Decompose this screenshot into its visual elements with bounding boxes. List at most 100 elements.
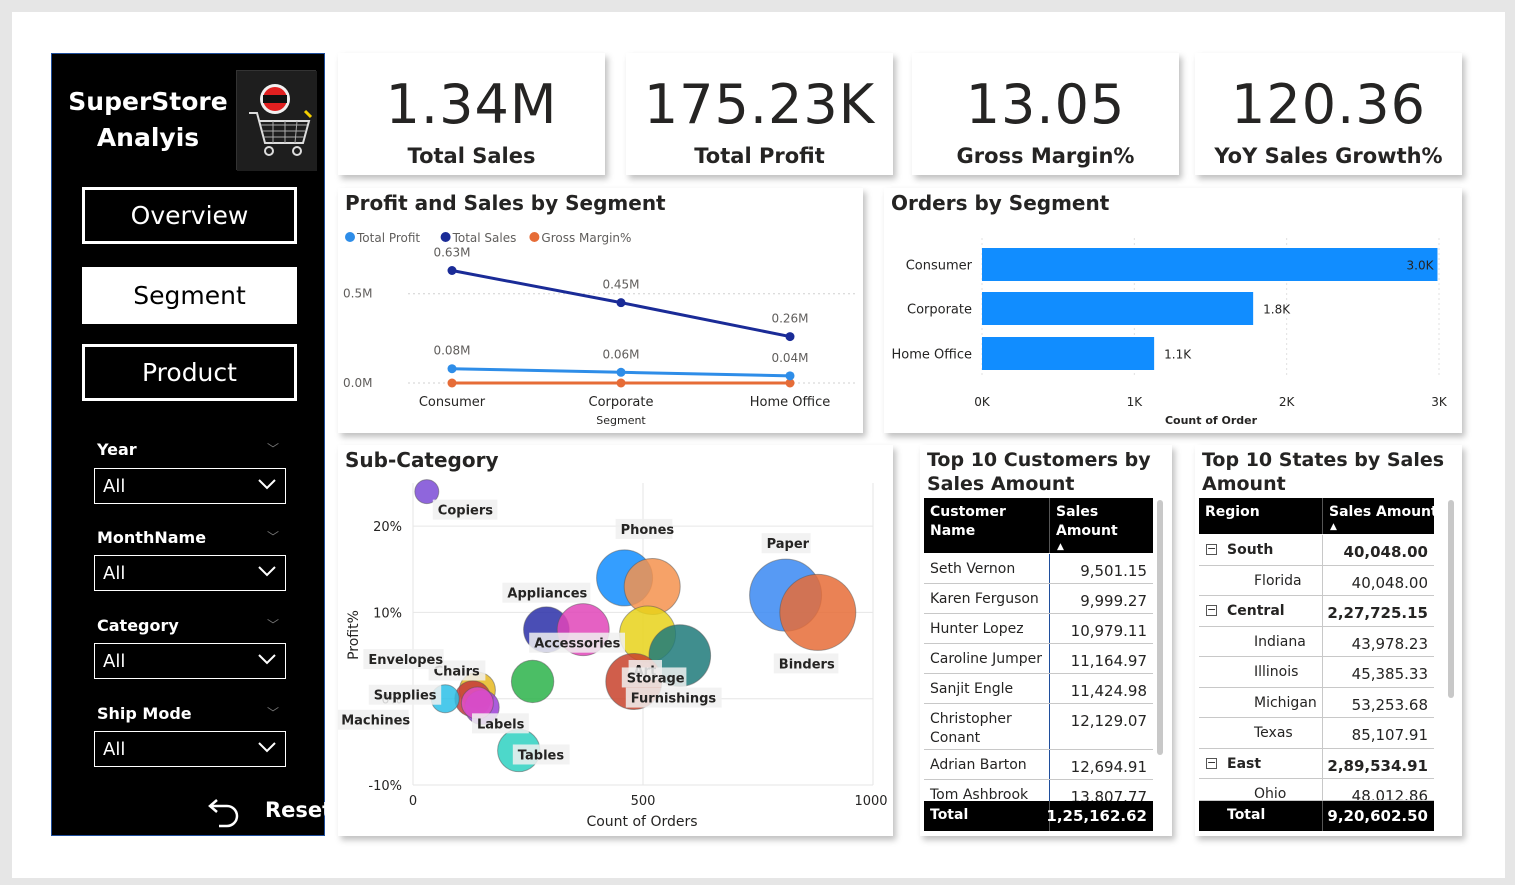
chevron-down-icon[interactable]: ﹀: [267, 704, 279, 721]
table-row[interactable]: Sanjit Engle 11,424.98: [924, 674, 1153, 704]
column-header-region[interactable]: Region: [1205, 504, 1260, 520]
table-row[interactable]: Hunter Lopez 10,979.11: [924, 614, 1153, 644]
table-scrollbar[interactable]: [1448, 500, 1454, 698]
column-header-sales[interactable]: Sales Amount: [1329, 504, 1438, 520]
data-label: 0.08M: [433, 344, 470, 358]
sales-amount-cell: 12,694.91: [1070, 758, 1147, 776]
sales-amount-cell: 2,27,725.15: [1327, 604, 1428, 622]
legend-label[interactable]: Total Sales: [452, 231, 517, 245]
data-label: 3.0K: [1407, 259, 1435, 273]
region-group-row[interactable]: − East 2,89,534.91: [1199, 748, 1434, 779]
state-row[interactable]: Indiana 43,978.23: [1199, 626, 1434, 657]
state-row[interactable]: Texas 85,107.91: [1199, 718, 1434, 749]
data-point[interactable]: [447, 378, 457, 388]
sales-amount-cell: 2,89,534.91: [1327, 756, 1428, 775]
collapse-toggle-icon[interactable]: −: [1206, 543, 1217, 555]
chevron-down-icon[interactable]: ﹀: [267, 440, 279, 457]
chevron-down-icon[interactable]: ﹀: [267, 528, 279, 545]
region-cell: East: [1227, 755, 1262, 772]
state-row[interactable]: Ohio 48,012.86: [1199, 779, 1434, 801]
bar-chart-svg: 0K 1K 2K 3K Consumer 3.0K Corporate 1.8K Home Of…: [892, 238, 1448, 427]
bar[interactable]: [982, 337, 1155, 370]
filter-month-select[interactable]: All: [94, 555, 286, 591]
nav-overview-button[interactable]: Overview: [82, 187, 297, 244]
chevron-down-icon: [258, 479, 276, 490]
column-divider: [1049, 674, 1050, 703]
column-header-sales[interactable]: Sales Amount: [1056, 503, 1118, 541]
data-label: 0.45M: [602, 278, 639, 292]
data-point[interactable]: [447, 266, 457, 275]
filter-shipmode-label: Ship Mode: [97, 704, 192, 723]
reset-button[interactable]: Reset: [207, 792, 332, 832]
bubble-label: Supplies: [374, 689, 437, 704]
table-row[interactable]: Caroline Jumper 11,164.97: [924, 644, 1153, 674]
column-divider: [1322, 565, 1323, 596]
legend-marker: [345, 232, 355, 242]
filter-year-select[interactable]: All: [94, 468, 286, 504]
data-point[interactable]: [785, 332, 795, 342]
state-row[interactable]: Illinois 45,385.33: [1199, 657, 1434, 688]
legend-label[interactable]: Total Profit: [356, 231, 420, 245]
collapse-toggle-icon[interactable]: −: [1206, 757, 1217, 769]
table-row[interactable]: Karen Ferguson 9,999.27: [924, 584, 1153, 614]
kpi-value: 175.23K: [643, 73, 876, 136]
y-tick-label: Consumer: [906, 259, 973, 274]
state-row[interactable]: Michigan 53,253.68: [1199, 687, 1434, 718]
data-label: 1.8K: [1263, 303, 1291, 317]
sales-amount-cell: 9,999.27: [1080, 592, 1147, 610]
table-row[interactable]: Seth Vernon 9,501.15: [924, 554, 1153, 584]
chevron-down-icon[interactable]: ﹀: [267, 616, 279, 633]
sort-ascending-icon[interactable]: ▲: [1330, 522, 1337, 532]
filter-category-select[interactable]: All: [94, 643, 286, 679]
table-title-line-2: Sales Amount: [927, 473, 1075, 495]
customer-name-cell: Sanjit Engle: [930, 681, 1014, 697]
x-tick-label: 0: [409, 794, 417, 809]
bubble-label: Machines: [341, 714, 410, 729]
table-row[interactable]: Christopher Conant 12,129.07: [924, 704, 1153, 750]
kpi-value: 120.36: [1231, 73, 1426, 136]
table-scrollbar[interactable]: [1157, 500, 1163, 755]
data-point[interactable]: [447, 364, 457, 374]
data-point[interactable]: [616, 298, 626, 308]
nav-segment-button[interactable]: Segment: [82, 267, 297, 324]
bar[interactable]: [982, 248, 1438, 281]
legend-label[interactable]: Gross Margin%: [541, 231, 631, 245]
header-text: Amount: [1056, 523, 1118, 539]
column-divider: [1322, 535, 1323, 565]
nav-product-button[interactable]: Product: [82, 344, 297, 401]
table-row[interactable]: Adrian Barton 12,694.91: [924, 750, 1153, 780]
customer-name-cell: Karen Ferguson: [930, 591, 1039, 607]
data-point[interactable]: [616, 367, 626, 377]
profit-sales-segment-chart: Profit and Sales by Segment Total Profit…: [338, 188, 863, 433]
column-header-customer[interactable]: Customer Name: [930, 503, 1006, 541]
state-row[interactable]: Florida 40,048.00: [1199, 565, 1434, 596]
x-tick-label: 500: [631, 794, 656, 809]
data-point[interactable]: [785, 371, 795, 381]
y-tick-label: 10%: [373, 606, 402, 621]
bubble[interactable]: [779, 573, 857, 651]
x-tick-label: 1K: [1127, 395, 1144, 409]
top-states-table: Region Sales Amount ▲ − South 40,048.00 Flo…: [1199, 498, 1438, 831]
collapse-toggle-icon[interactable]: −: [1206, 604, 1217, 616]
y-tick-label: Corporate: [907, 303, 972, 318]
region-group-row[interactable]: − South 40,048.00: [1199, 535, 1434, 566]
x-tick-label: 1000: [854, 794, 887, 809]
column-divider: [1322, 596, 1323, 626]
data-point[interactable]: [616, 378, 626, 388]
sort-ascending-icon[interactable]: ▲: [1057, 542, 1064, 552]
y-tick-label: 20%: [373, 520, 402, 535]
x-tick-label: 2K: [1279, 395, 1296, 409]
bar[interactable]: [982, 292, 1254, 325]
column-divider: [1322, 779, 1323, 800]
bubble[interactable]: [510, 659, 555, 704]
chevron-down-icon: [258, 654, 276, 665]
region-group-row[interactable]: − Central 2,27,725.15: [1199, 596, 1434, 627]
nav-overview-label: Overview: [130, 201, 249, 230]
sales-amount-cell: 11,164.97: [1070, 652, 1147, 670]
sales-amount-cell: 45,385.33: [1351, 665, 1428, 683]
column-divider: [1049, 584, 1050, 613]
sales-amount-cell: 48,012.86: [1351, 787, 1428, 801]
x-axis-label: Count of Order: [1165, 414, 1258, 427]
filter-shipmode-select[interactable]: All: [94, 731, 286, 767]
filter-year-value: All: [103, 475, 126, 497]
